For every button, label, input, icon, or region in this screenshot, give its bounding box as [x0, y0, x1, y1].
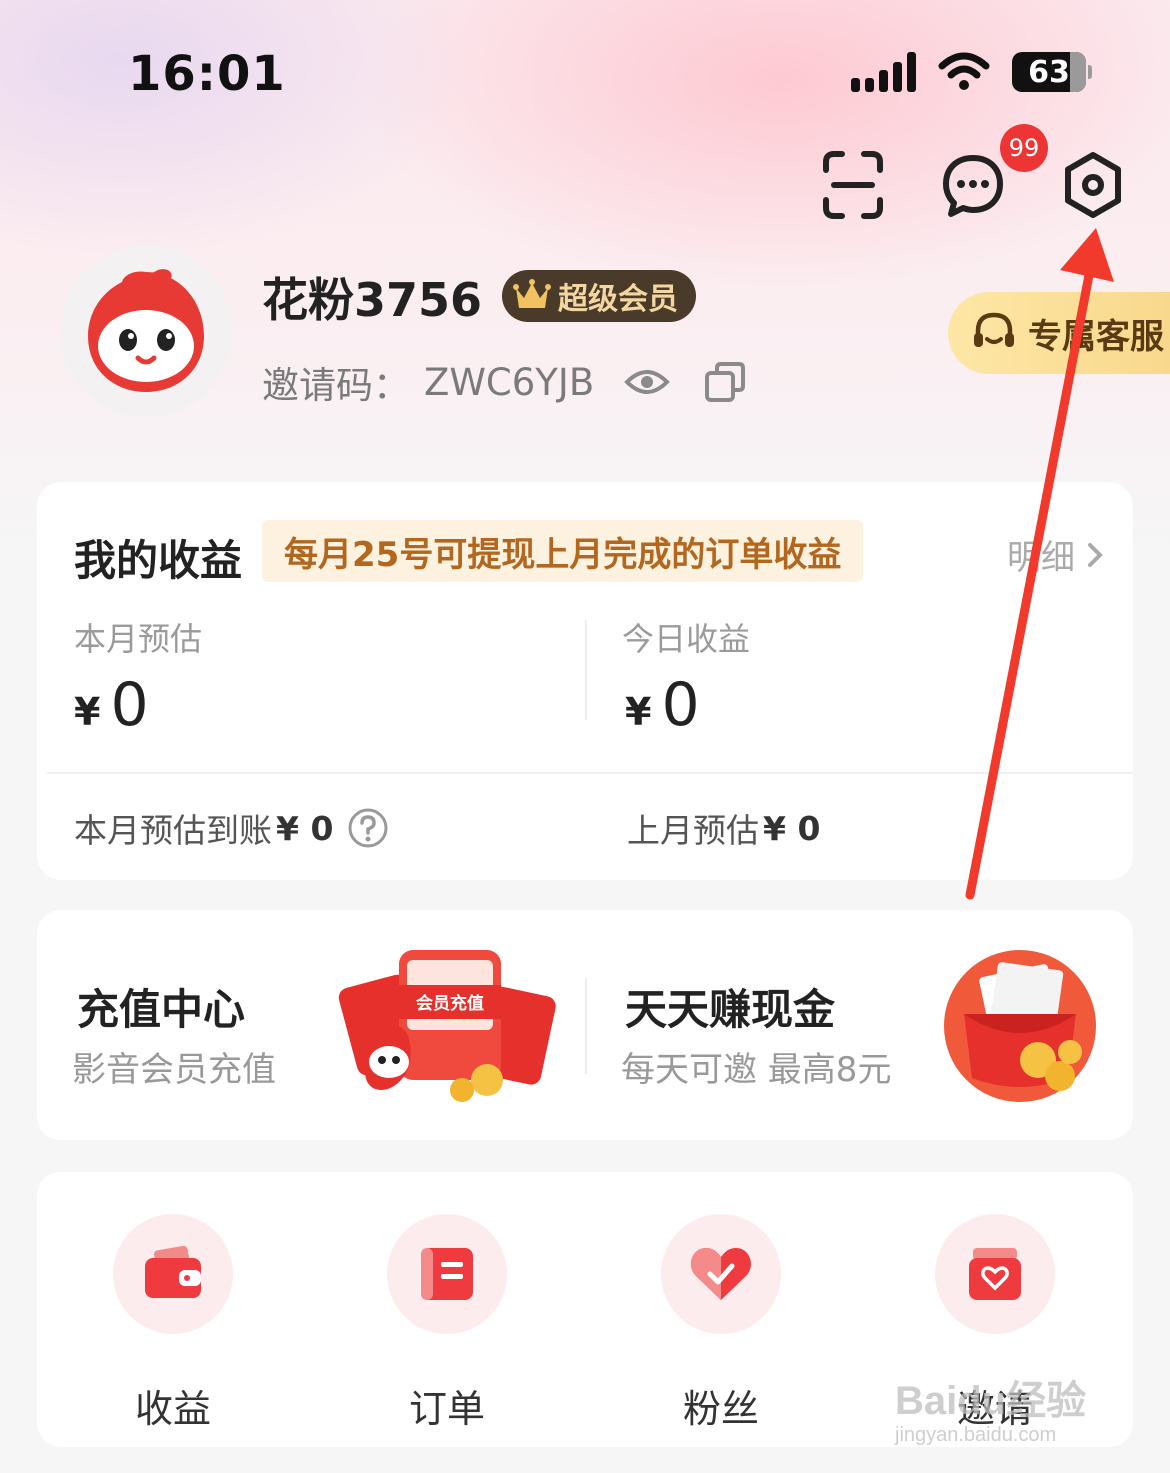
- menu-item-fans[interactable]: 粉丝: [621, 1214, 821, 1433]
- cash-envelope-illustration: [944, 950, 1096, 1102]
- settings-hexagon-icon: [1065, 152, 1121, 218]
- menu-icon-bg: [935, 1214, 1055, 1334]
- menu-item-orders[interactable]: 订单: [347, 1214, 547, 1433]
- today-earnings-label: 今日收益: [622, 620, 751, 658]
- invite-label: 邀请码：: [262, 364, 410, 407]
- menu-label-fans: 粉丝: [682, 1387, 759, 1431]
- last-month-label: 上月预估: [627, 811, 759, 850]
- customer-service-label: 专属客服: [1028, 316, 1164, 357]
- recharge-subtitle: 影音会员充值: [72, 1050, 276, 1090]
- menu-label-orders: 订单: [408, 1387, 485, 1431]
- earnings-detail-link[interactable]: 明细: [1007, 530, 1105, 579]
- settings-button[interactable]: [1062, 150, 1124, 220]
- month-estimate-value: ¥ 0: [74, 670, 149, 740]
- menu-icon-bg: [661, 1214, 781, 1334]
- today-earnings-amount: 0: [661, 670, 700, 740]
- eye-icon[interactable]: [624, 366, 671, 398]
- vip-badge[interactable]: 超级会员: [502, 270, 696, 322]
- month-estimate-amount: 0: [110, 670, 149, 740]
- earnings-detail-label: 明细: [1007, 538, 1075, 578]
- recharge-image-text: 会员充值: [416, 993, 484, 1014]
- recharge-title: 充值中心: [77, 985, 246, 1034]
- invite-row: 邀请码： ZWC6YJB: [262, 355, 746, 409]
- earnings-title: 我的收益: [74, 536, 243, 585]
- orders-icon: [421, 1248, 473, 1300]
- avatar[interactable]: [60, 245, 232, 417]
- headset-icon: [974, 312, 1014, 347]
- month-arrival-value: ¥ 0: [276, 808, 334, 848]
- month-arrival-stat: 本月预估到账 ¥ 0: [74, 804, 389, 852]
- earnings-tip: 每月25号可提现上月完成的订单收益: [262, 520, 864, 582]
- battery-icon: 63: [1012, 52, 1086, 92]
- scan-button[interactable]: [822, 150, 884, 220]
- wallet-icon: [145, 1246, 201, 1298]
- chevron-right-icon: [1088, 542, 1103, 567]
- menu-label-earnings: 收益: [134, 1387, 211, 1431]
- battery-level: 63: [1028, 54, 1070, 90]
- messages-button[interactable]: 99: [942, 124, 1048, 220]
- cellular-signal-icon: [851, 52, 916, 92]
- status-icons: 63: [851, 52, 1092, 92]
- invite-code: ZWC6YJB: [424, 360, 595, 404]
- last-month-value: ¥ 0: [763, 808, 821, 848]
- menu-icon-bg: [113, 1214, 233, 1334]
- currency-symbol: ¥: [625, 690, 652, 734]
- copy-icon[interactable]: [704, 361, 746, 403]
- recharge-illustration: 会员充值: [338, 950, 556, 1102]
- scan-icon: [823, 151, 883, 219]
- currency-symbol: ¥: [74, 690, 101, 734]
- daily-cash-entry[interactable]: 天天赚现金 每天可邀 最高8元: [587, 910, 1133, 1140]
- earnings-divider: [47, 772, 1133, 774]
- crown-icon: [513, 279, 551, 308]
- earnings-card: 我的收益 每月25号可提现上月完成的订单收益 明细 本月预估 ¥ 0 今日收益 …: [37, 482, 1133, 880]
- top-actions: 99: [822, 124, 1124, 220]
- recharge-center-entry[interactable]: 充值中心 影音会员充值 会员充值: [37, 910, 585, 1140]
- watermark: Baidu经验 jingyan.baidu.com: [895, 1368, 1086, 1447]
- month-arrival-label: 本月预估到账: [74, 811, 272, 850]
- status-time: 16:01: [128, 46, 286, 102]
- username: 花粉3756: [262, 273, 483, 327]
- daily-cash-title: 天天赚现金: [625, 985, 836, 1034]
- promo-card: 充值中心 影音会员充值 会员充值 天天赚现金 每天可邀 最高8元: [37, 910, 1133, 1140]
- chat-bubble-icon: [943, 155, 1003, 217]
- daily-cash-subtitle: 每天可邀 最高8元: [621, 1050, 892, 1090]
- help-icon[interactable]: [347, 807, 389, 849]
- today-earnings-value: ¥ 0: [625, 670, 700, 740]
- wifi-icon: [938, 52, 990, 90]
- customer-service-button[interactable]: 专属客服: [948, 292, 1170, 374]
- watermark-brand: Baidu经验: [895, 1379, 1087, 1423]
- mascot-avatar-icon: [88, 269, 204, 392]
- invite-box-icon: [969, 1248, 1021, 1300]
- menu-icon-bg: [387, 1214, 507, 1334]
- stats-divider: [585, 620, 587, 720]
- last-month-stat: 上月预估 ¥ 0: [627, 804, 820, 852]
- heart-check-icon: [691, 1248, 751, 1300]
- vip-label: 超级会员: [558, 282, 678, 317]
- messages-badge: 99: [1000, 124, 1048, 172]
- menu-item-earnings[interactable]: 收益: [73, 1214, 273, 1433]
- watermark-url: jingyan.baidu.com: [895, 1424, 1057, 1446]
- month-estimate-label: 本月预估: [74, 620, 203, 658]
